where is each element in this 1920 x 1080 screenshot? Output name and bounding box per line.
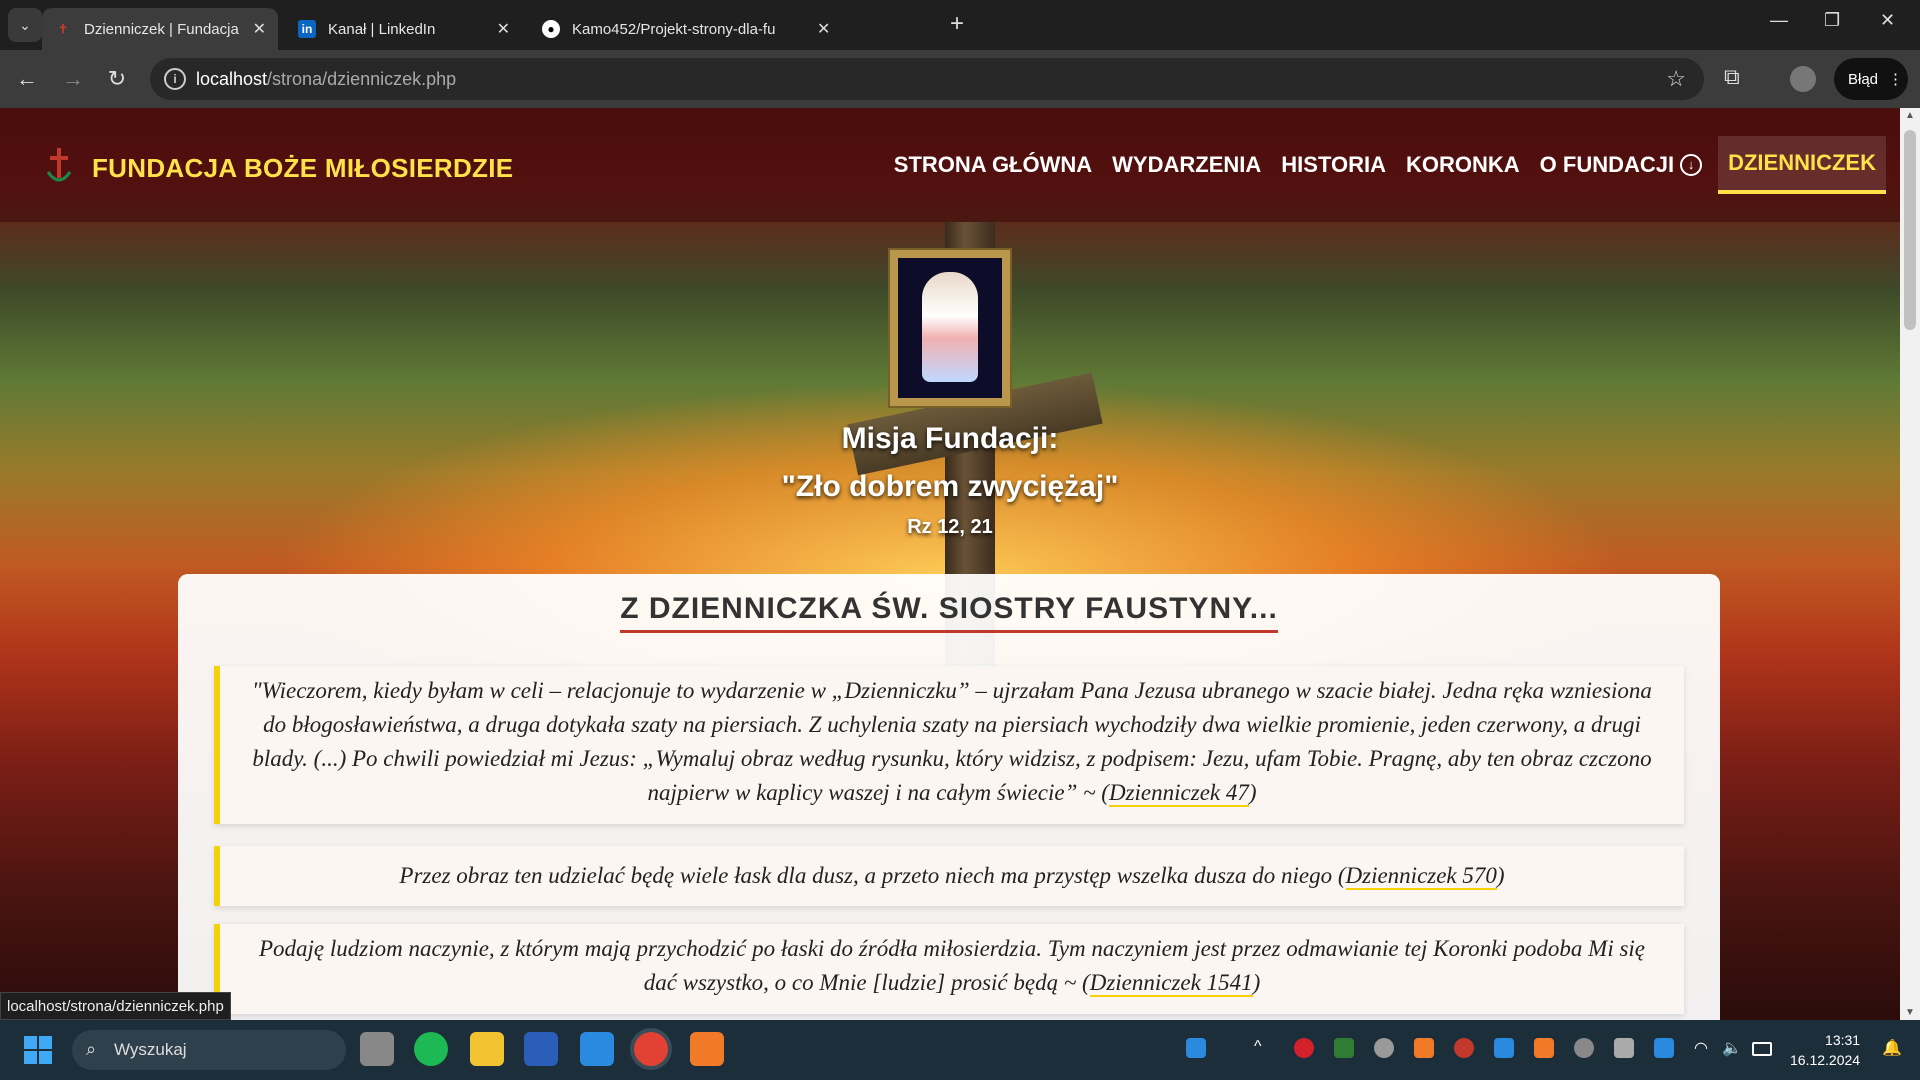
xampp-icon[interactable] xyxy=(690,1032,724,1066)
xampp-tray-icon-2[interactable] xyxy=(1534,1038,1554,1058)
tab-search-button[interactable]: ⌄ xyxy=(8,8,42,42)
quote-item: "Wieczorem, kiedy byłam w celi – relacjo… xyxy=(214,666,1684,824)
brand-title[interactable]: FUNDACJA BOŻE MIŁOSIERDZIE xyxy=(92,153,513,184)
site-info-icon[interactable]: i xyxy=(164,68,186,90)
monitor-icon[interactable] xyxy=(1654,1038,1674,1058)
wifi-icon[interactable]: ◠ xyxy=(1694,1038,1714,1058)
word-icon[interactable] xyxy=(524,1032,558,1066)
nav-strona-glowna[interactable]: STRONA GŁÓWNA xyxy=(884,136,1102,194)
battery-icon[interactable] xyxy=(1752,1042,1772,1056)
extensions-icon[interactable]: ⧉ xyxy=(1724,64,1740,90)
cross-favicon-icon: ✝ xyxy=(57,22,69,36)
forward-icon[interactable]: → xyxy=(58,64,88,94)
menu-dots-icon[interactable]: ⋮ xyxy=(1888,70,1903,88)
new-tab-button[interactable]: + xyxy=(950,12,964,36)
bookmark-star-icon[interactable]: ☆ xyxy=(1666,66,1686,92)
chrome-icon[interactable] xyxy=(634,1032,668,1066)
taskbar-clock[interactable]: 13:31 16.12.2024 xyxy=(1790,1030,1860,1070)
notification-bell-icon[interactable]: 🔔 xyxy=(1882,1038,1902,1058)
nav-historia[interactable]: HISTORIA xyxy=(1271,136,1396,194)
page-viewport: FUNDACJA BOŻE MIŁOSIERDZIE STRONA GŁÓWNA… xyxy=(0,108,1900,1020)
scroll-up-icon[interactable]: ▲ xyxy=(1900,110,1920,121)
quote-reference-link[interactable]: Dzienniczek 1541 xyxy=(1089,970,1253,997)
tab-strip: ⌄ ✝ Dzienniczek | Fundacja Boże Mi ✕ in … xyxy=(0,0,1920,50)
tray-chevron-up-icon[interactable]: ^ xyxy=(1254,1038,1274,1058)
tab-github[interactable]: ● Kamo452/Projekt-strony-dla-fu ✕ xyxy=(530,8,930,50)
close-tab-icon[interactable]: ✕ xyxy=(253,19,266,39)
windows-start-icon[interactable] xyxy=(24,1036,52,1064)
browser-toolbar: ← → ↻ i localhost/strona/dzienniczek.php… xyxy=(0,50,1920,108)
card-title: Z DZIENNICZKA ŚW. SIOSTRY FAUSTYNY... xyxy=(178,592,1720,633)
jesus-figure xyxy=(922,272,978,382)
linkedin-icon: in xyxy=(298,20,316,38)
tab-dzienniczek[interactable]: ✝ Dzienniczek | Fundacja Boże Mi ✕ xyxy=(42,8,278,50)
nav-wydarzenia[interactable]: WYDARZENIA xyxy=(1102,136,1271,194)
widget-icon[interactable] xyxy=(1186,1038,1206,1058)
anchor-cross-logo-icon[interactable] xyxy=(44,146,74,186)
github-icon: ● xyxy=(542,20,560,38)
diary-card: Z DZIENNICZKA ŚW. SIOSTRY FAUSTYNY... "W… xyxy=(178,574,1720,1020)
security-icon[interactable] xyxy=(1494,1038,1514,1058)
page-scrollbar[interactable]: ▲ ▼ xyxy=(1900,108,1920,1020)
nvidia-icon[interactable] xyxy=(1334,1038,1354,1058)
quote-reference-link[interactable]: Dzienniczek 47 xyxy=(1108,780,1249,807)
task-view-icon[interactable] xyxy=(360,1032,394,1066)
file-explorer-icon[interactable] xyxy=(470,1032,504,1066)
mission-heading: Misja Fundacji: xyxy=(841,422,1059,455)
scroll-down-icon[interactable]: ▼ xyxy=(1900,1007,1920,1018)
xampp-tray-icon[interactable] xyxy=(1414,1038,1434,1058)
quote-reference-link[interactable]: Dzienniczek 570 xyxy=(1345,863,1497,890)
tab-linkedin[interactable]: in Kanał | LinkedIn ✕ xyxy=(286,8,522,50)
nav-koronka[interactable]: KORONKA xyxy=(1396,136,1530,194)
sync-icon[interactable] xyxy=(1574,1038,1594,1058)
taskbar: ⌕ Wyszukaj ^ ◠ 🔈 13:31 16.12.2024 🔔 xyxy=(0,1020,1920,1080)
chevron-down-circle-icon: ↓ xyxy=(1680,154,1703,176)
quote-item: Podaję ludziom naczynie, z którym mają p… xyxy=(214,924,1684,1014)
record-icon[interactable] xyxy=(1454,1038,1474,1058)
minimize-icon[interactable]: — xyxy=(1770,10,1788,31)
close-tab-icon[interactable]: ✕ xyxy=(817,19,830,39)
spotify-icon[interactable] xyxy=(414,1032,448,1066)
profile-avatar[interactable] xyxy=(1790,66,1816,92)
site-header: FUNDACJA BOŻE MIŁOSIERDZIE STRONA GŁÓWNA… xyxy=(0,108,1900,222)
status-url: localhost/strona/dzienniczek.php xyxy=(0,992,231,1020)
error-button[interactable]: Błąd ⋮ xyxy=(1834,58,1908,100)
scrollbar-thumb[interactable] xyxy=(1904,130,1916,330)
back-icon[interactable]: ← xyxy=(12,64,42,94)
opera-icon[interactable] xyxy=(1294,1038,1314,1058)
volume-icon[interactable]: 🔈 xyxy=(1722,1038,1742,1058)
nav-dzienniczek[interactable]: DZIENNICZEK xyxy=(1718,136,1886,194)
vscode-icon[interactable] xyxy=(580,1032,614,1066)
divine-mercy-image xyxy=(890,250,1010,406)
network-app-icon[interactable] xyxy=(1614,1038,1634,1058)
main-nav: STRONA GŁÓWNA WYDARZENIA HISTORIA KORONK… xyxy=(884,136,1886,194)
steam-icon[interactable] xyxy=(1374,1038,1394,1058)
close-window-icon[interactable]: ✕ xyxy=(1880,10,1895,31)
close-tab-icon[interactable]: ✕ xyxy=(497,19,510,39)
mission-motto: "Zło dobrem zwyciężaj" xyxy=(781,470,1119,503)
reload-icon[interactable]: ↻ xyxy=(102,64,132,94)
address-bar[interactable]: i localhost/strona/dzienniczek.php ☆ xyxy=(150,58,1704,100)
search-icon: ⌕ xyxy=(86,1039,97,1059)
taskbar-search[interactable]: ⌕ Wyszukaj xyxy=(72,1030,346,1070)
nav-o-fundacji[interactable]: O FUNDACJI ↓ xyxy=(1530,136,1712,194)
quote-item: Przez obraz ten udzielać będę wiele łask… xyxy=(214,846,1684,906)
restore-icon[interactable]: ❐ xyxy=(1824,10,1840,31)
mission-reference: Rz 12, 21 xyxy=(907,516,993,538)
